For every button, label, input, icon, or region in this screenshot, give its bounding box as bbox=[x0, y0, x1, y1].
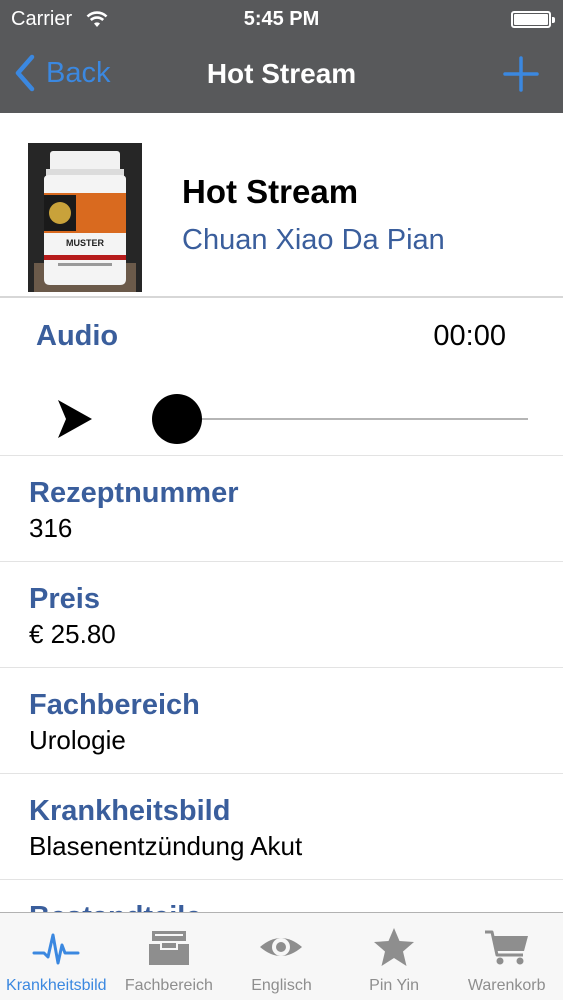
detail-key: Bestandteile bbox=[29, 901, 201, 912]
tab-label: Warenkorb bbox=[467, 977, 546, 994]
detail-value: 316 bbox=[29, 513, 73, 543]
page-title: Hot Stream bbox=[206, 58, 357, 89]
audio-player: Audio 00:00 bbox=[0, 298, 563, 456]
detail-row-fachbereich: Fachbereich Urologie bbox=[0, 668, 563, 774]
star-icon bbox=[374, 928, 415, 966]
slider-track bbox=[172, 418, 528, 420]
eye-icon bbox=[260, 938, 303, 956]
shopping-cart-icon bbox=[484, 930, 528, 965]
status-bar: Carrier 5:45 PM bbox=[0, 0, 563, 38]
product-name: Hot Stream bbox=[182, 173, 359, 210]
product-header: MUSTER Hot Stream Chuan Xiao Da Pian bbox=[0, 113, 563, 298]
tab-pin-yin[interactable]: Pin Yin bbox=[338, 913, 451, 1000]
tab-label: Krankheitsbild bbox=[6, 977, 107, 994]
detail-row-rezeptnummer: Rezeptnummer 316 bbox=[0, 456, 563, 562]
detail-value: Urologie bbox=[29, 725, 126, 755]
detail-content[interactable]: MUSTER Hot Stream Chuan Xiao Da Pian Aud… bbox=[0, 113, 563, 912]
detail-key: Fachbereich bbox=[29, 689, 200, 721]
inbox-tray-icon bbox=[148, 931, 189, 965]
detail-value: € 25.80 bbox=[29, 619, 116, 649]
clock-label: 5:45 PM bbox=[243, 8, 320, 30]
slider-knob[interactable] bbox=[152, 394, 202, 444]
tab-label: Pin Yin bbox=[369, 977, 419, 994]
detail-row-krankheitsbild: Krankheitsbild Blasenentzündung Akut bbox=[0, 774, 563, 880]
audio-time: 00:00 bbox=[433, 320, 506, 352]
tab-fachbereich[interactable]: Fachbereich bbox=[113, 913, 226, 1000]
product-image: MUSTER bbox=[28, 143, 142, 292]
tab-englisch[interactable]: Englisch bbox=[225, 913, 338, 1000]
detail-key: Krankheitsbild bbox=[29, 795, 231, 827]
audio-label: Audio bbox=[36, 320, 119, 352]
play-icon[interactable] bbox=[56, 398, 94, 440]
detail-key: Preis bbox=[29, 583, 100, 615]
detail-row-preis: Preis € 25.80 bbox=[0, 562, 563, 668]
tab-bar: Krankheitsbild Fachbereich Englisch Pin … bbox=[0, 912, 563, 1000]
detail-key: Rezeptnummer bbox=[29, 477, 239, 509]
product-image-label: MUSTER bbox=[66, 238, 104, 248]
tab-label: Fachbereich bbox=[124, 977, 213, 994]
battery-icon bbox=[511, 11, 555, 28]
detail-value: Blasenentzündung Akut bbox=[29, 831, 303, 861]
add-icon[interactable] bbox=[503, 56, 539, 92]
pulse-icon bbox=[32, 933, 80, 965]
tab-krankheitsbild[interactable]: Krankheitsbild bbox=[0, 913, 113, 1000]
tab-label: Englisch bbox=[251, 977, 312, 994]
product-subname: Chuan Xiao Da Pian bbox=[182, 224, 445, 256]
detail-row-bestandteile: Bestandteile bbox=[0, 880, 563, 912]
tab-warenkorb[interactable]: Warenkorb bbox=[450, 913, 563, 1000]
navigation-bar: Back Hot Stream bbox=[0, 38, 563, 113]
audio-progress-slider[interactable] bbox=[152, 394, 528, 444]
